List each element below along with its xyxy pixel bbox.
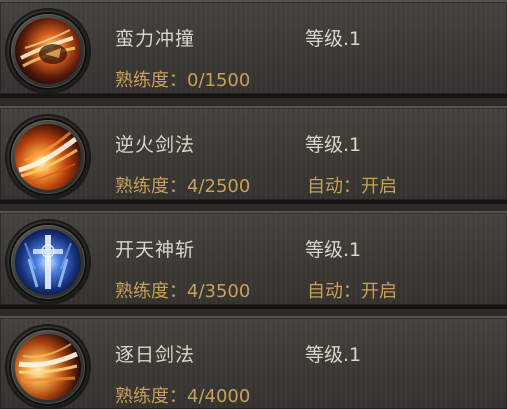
- skill-level: 等级.1: [305, 344, 362, 366]
- skill-icon-frame: [7, 10, 89, 92]
- skill-icon-frame: [7, 221, 89, 303]
- skill-row-3[interactable]: 逐日剑法 等级.1 熟练度：4/4000: [0, 316, 507, 409]
- skill-icon-frame: [7, 326, 89, 408]
- charge-icon: [15, 18, 81, 84]
- skill-row-2[interactable]: 开天神斩 等级.1 熟练度：4/3500 自动：开启: [0, 211, 507, 309]
- skill-proficiency: 熟练度：4/4000: [115, 386, 251, 407]
- auto-cast-toggle[interactable]: 自动：开启: [307, 172, 397, 198]
- divine-slash-icon: [15, 229, 81, 295]
- skill-name: 蛮力冲撞: [115, 28, 196, 50]
- skill-proficiency: 熟练度：4/2500: [115, 176, 251, 197]
- sun-chase-sword-icon: [15, 334, 81, 400]
- skill-row-1[interactable]: 逆火剑法 等级.1 熟练度：4/2500 自动：开启: [0, 106, 507, 204]
- skill-proficiency: 熟练度：0/1500: [115, 70, 251, 91]
- skill-level: 等级.1: [305, 239, 362, 261]
- skill-row-0[interactable]: 蛮力冲撞 等级.1 熟练度：0/1500: [0, 0, 507, 98]
- skill-name: 逆火剑法: [115, 134, 196, 156]
- skill-list: 蛮力冲撞 等级.1 熟练度：0/1500 逆火剑法 等级.1 熟练度：4/250…: [0, 0, 507, 409]
- skill-icon-frame: [7, 116, 89, 198]
- fire-sword-icon: [15, 124, 81, 190]
- skill-proficiency: 熟练度：4/3500: [115, 281, 251, 302]
- auto-cast-toggle[interactable]: 自动：开启: [307, 277, 397, 303]
- skill-level: 等级.1: [305, 28, 362, 50]
- skill-level: 等级.1: [305, 134, 362, 156]
- skill-name: 逐日剑法: [115, 344, 196, 366]
- skill-name: 开天神斩: [115, 239, 196, 261]
